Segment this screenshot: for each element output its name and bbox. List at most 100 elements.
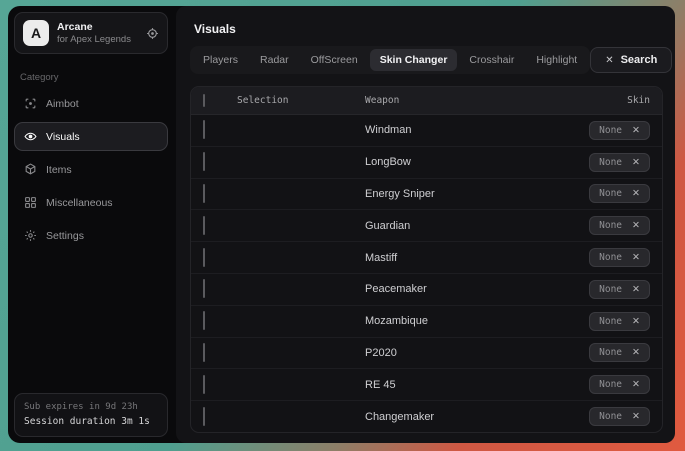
skin-select-badge[interactable]: None ✕ xyxy=(589,121,650,140)
row-checkbox[interactable] xyxy=(203,407,205,426)
app-subtitle: for Apex Legends xyxy=(57,34,138,46)
table-row: RE 45 None ✕ xyxy=(191,369,662,401)
main-panel: Visuals PlayersRadarOffScreenSkin Change… xyxy=(176,6,675,443)
skin-value: None xyxy=(599,411,622,422)
category-label: Category xyxy=(20,72,162,83)
skin-cell: None ✕ xyxy=(589,216,650,235)
clear-skin-icon[interactable]: ✕ xyxy=(632,347,640,358)
toolbar: PlayersRadarOffScreenSkin ChangerCrossha… xyxy=(190,46,663,74)
select-all-checkbox[interactable] xyxy=(203,94,205,107)
table-row: Changemaker None ✕ xyxy=(191,401,662,432)
skin-value: None xyxy=(599,125,622,136)
skin-value: None xyxy=(599,157,622,168)
clear-skin-icon[interactable]: ✕ xyxy=(632,157,640,168)
sidebar-item[interactable]: Settings xyxy=(14,221,168,250)
box-icon xyxy=(24,163,37,176)
clear-skin-icon[interactable]: ✕ xyxy=(632,188,640,199)
row-checkbox[interactable] xyxy=(203,152,205,171)
column-header-selection: Selection xyxy=(237,95,365,106)
table-row: Peacemaker None ✕ xyxy=(191,274,662,306)
weapon-name: Peacemaker xyxy=(365,283,589,295)
session-duration-text: Session duration 3m 1s xyxy=(24,415,158,429)
row-checkbox[interactable] xyxy=(203,311,205,330)
weapon-name: Mastiff xyxy=(365,252,589,264)
skin-value: None xyxy=(599,284,622,295)
table-row: LongBow None ✕ xyxy=(191,147,662,179)
weapon-name: Energy Sniper xyxy=(365,188,589,200)
skin-value: None xyxy=(599,379,622,390)
sidebar-nav: Aimbot Visuals Items Miscellaneous Setti… xyxy=(14,89,168,250)
table-row: Energy Sniper None ✕ xyxy=(191,179,662,211)
skin-value: None xyxy=(599,316,622,327)
app-window: A Arcane for Apex Legends Category Aimbo… xyxy=(8,6,675,443)
table-body: Windman None ✕ LongBow xyxy=(191,115,662,432)
clear-skin-icon[interactable]: ✕ xyxy=(632,252,640,263)
column-header-weapon: Weapon xyxy=(365,95,627,106)
skin-select-badge[interactable]: None ✕ xyxy=(589,407,650,426)
skin-table: Selection Weapon Skin Windman None ✕ xyxy=(190,86,663,433)
crosshair-icon xyxy=(24,97,37,110)
sidebar-item[interactable]: Aimbot xyxy=(14,89,168,118)
row-checkbox[interactable] xyxy=(203,248,205,267)
skin-select-badge[interactable]: None ✕ xyxy=(589,184,650,203)
clear-skin-icon[interactable]: ✕ xyxy=(632,316,640,327)
grid-icon xyxy=(24,196,37,209)
skin-cell: None ✕ xyxy=(589,312,650,331)
skin-select-badge[interactable]: None ✕ xyxy=(589,153,650,172)
row-checkbox[interactable] xyxy=(203,120,205,139)
tab-bar: PlayersRadarOffScreenSkin ChangerCrossha… xyxy=(190,46,590,74)
row-checkbox[interactable] xyxy=(203,279,205,298)
sidebar-item-label: Visuals xyxy=(46,131,80,143)
target-icon[interactable] xyxy=(146,27,159,40)
row-checkbox[interactable] xyxy=(203,216,205,235)
tab[interactable]: Highlight xyxy=(526,49,587,71)
sub-expiry-text: Sub expires in 9d 23h xyxy=(24,401,158,415)
skin-select-badge[interactable]: None ✕ xyxy=(589,312,650,331)
table-row: Mastiff None ✕ xyxy=(191,242,662,274)
skin-select-badge[interactable]: None ✕ xyxy=(589,280,650,299)
skin-value: None xyxy=(599,188,622,199)
column-header-skin: Skin xyxy=(627,95,650,106)
sidebar-item[interactable]: Items xyxy=(14,155,168,184)
clear-skin-icon[interactable]: ✕ xyxy=(632,379,640,390)
row-checkbox[interactable] xyxy=(203,343,205,362)
skin-cell: None ✕ xyxy=(589,343,650,362)
subscription-card: Sub expires in 9d 23h Session duration 3… xyxy=(14,393,168,437)
table-header: Selection Weapon Skin xyxy=(191,87,662,115)
skin-select-badge[interactable]: None ✕ xyxy=(589,375,650,394)
skin-cell: None ✕ xyxy=(589,248,650,267)
tab[interactable]: OffScreen xyxy=(301,49,368,71)
sidebar-item-label: Settings xyxy=(46,230,84,242)
skin-select-badge[interactable]: None ✕ xyxy=(589,343,650,362)
skin-cell: None ✕ xyxy=(589,121,650,140)
row-checkbox[interactable] xyxy=(203,375,205,394)
table-row: P2020 None ✕ xyxy=(191,338,662,370)
skin-value: None xyxy=(599,220,622,231)
clear-skin-icon[interactable]: ✕ xyxy=(632,125,640,136)
skin-select-badge[interactable]: None ✕ xyxy=(589,248,650,267)
sidebar: A Arcane for Apex Legends Category Aimbo… xyxy=(8,6,174,443)
table-row: Guardian None ✕ xyxy=(191,210,662,242)
weapon-name: Mozambique xyxy=(365,315,589,327)
weapon-name: LongBow xyxy=(365,156,589,168)
tab[interactable]: Radar xyxy=(250,49,299,71)
tab[interactable]: Players xyxy=(193,49,248,71)
sidebar-item[interactable]: Visuals xyxy=(14,122,168,151)
tab[interactable]: Skin Changer xyxy=(370,49,458,71)
app-title-block: Arcane for Apex Legends xyxy=(57,21,138,46)
clear-skin-icon[interactable]: ✕ xyxy=(632,411,640,422)
skin-cell: None ✕ xyxy=(589,407,650,426)
search-button[interactable]: ✕ Search xyxy=(590,47,672,73)
sidebar-item-label: Miscellaneous xyxy=(46,197,113,209)
sidebar-spacer xyxy=(14,250,168,393)
skin-cell: None ✕ xyxy=(589,153,650,172)
skin-select-badge[interactable]: None ✕ xyxy=(589,216,650,235)
skin-value: None xyxy=(599,347,622,358)
clear-skin-icon[interactable]: ✕ xyxy=(632,284,640,295)
tab[interactable]: Crosshair xyxy=(459,49,524,71)
search-button-label: Search xyxy=(621,54,658,66)
row-checkbox[interactable] xyxy=(203,184,205,203)
sidebar-item[interactable]: Miscellaneous xyxy=(14,188,168,217)
clear-skin-icon[interactable]: ✕ xyxy=(632,220,640,231)
app-logo: A xyxy=(23,20,49,46)
